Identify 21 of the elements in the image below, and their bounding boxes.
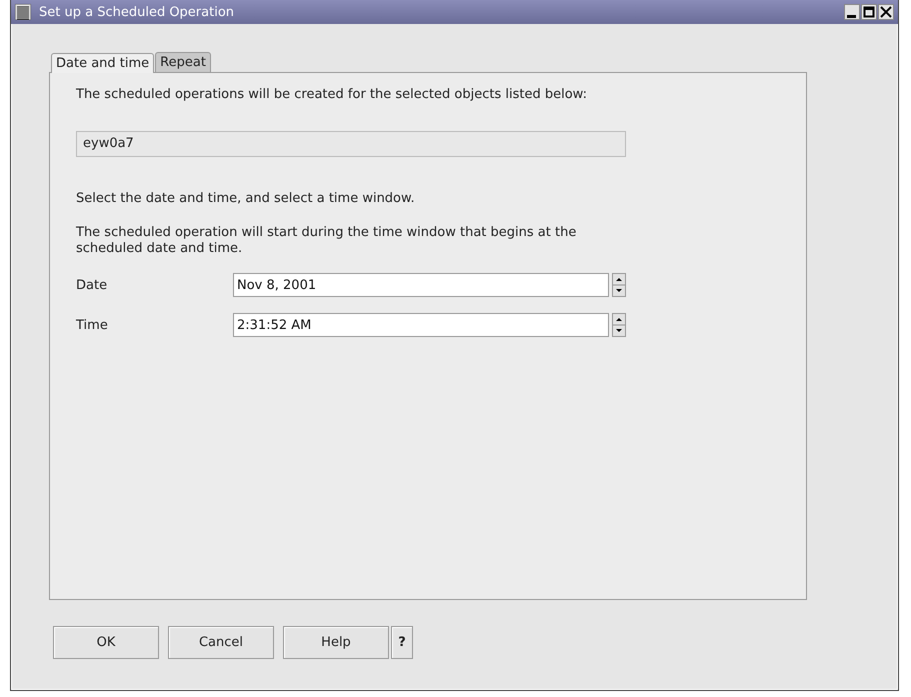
spinner-arrows-icon[interactable] [612, 313, 626, 337]
window-menu-icon[interactable] [15, 4, 31, 20]
field-label: Date [76, 278, 108, 292]
dialog-button[interactable]: OK [53, 626, 159, 659]
spinner-field[interactable]: Nov 8, 2001 [233, 273, 609, 297]
objects-field: eyw0a7 [76, 131, 626, 157]
instruction-text: Select the date and time, and select a time window. [76, 191, 416, 207]
dialog-button[interactable]: Help [283, 626, 389, 659]
intro-text: The scheduled operations will be created for the selected objects listed below: [76, 87, 588, 103]
dialog-button[interactable]: Cancel [168, 626, 274, 659]
tab[interactable]: Date and time [51, 53, 154, 73]
spinner-arrows-icon[interactable] [612, 273, 626, 297]
maximize-icon[interactable] [861, 4, 877, 20]
window-title: Set up a Scheduled Operation [39, 4, 236, 20]
close-icon[interactable] [878, 4, 894, 20]
field-label: Time [76, 318, 109, 332]
note-text: The scheduled operation will start during the time window that begins at the scheduled date and time. [76, 225, 578, 257]
minimize-icon[interactable] [844, 4, 860, 20]
spinner-field[interactable]: 2:31:52 AM [233, 313, 609, 337]
tab[interactable]: Repeat [155, 52, 211, 72]
dialog-button[interactable]: ? [391, 626, 413, 659]
